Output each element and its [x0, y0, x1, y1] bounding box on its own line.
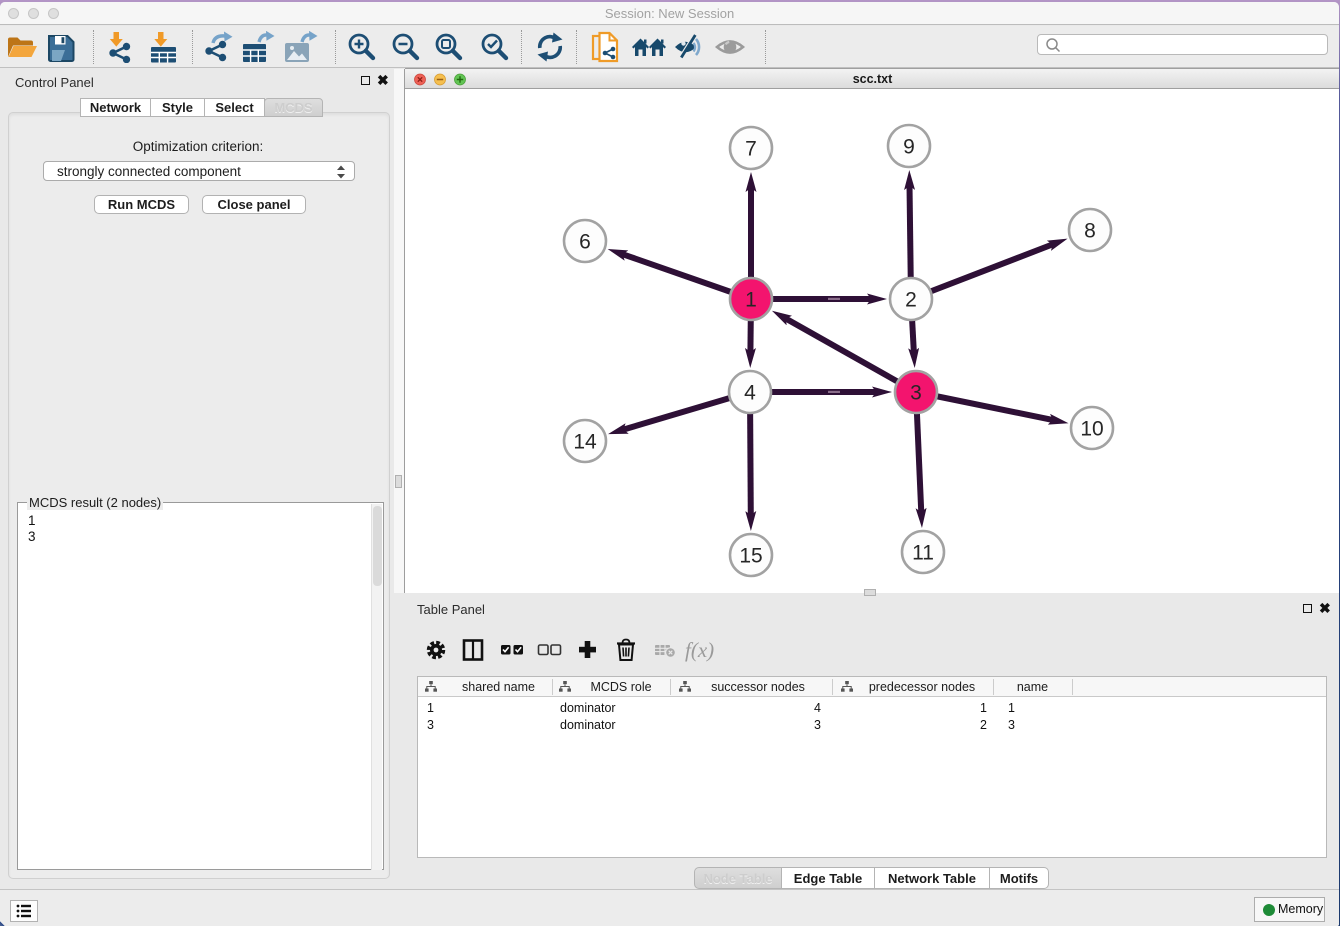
svg-text:8: 8 [1084, 220, 1096, 243]
svg-text:f(x): f(x) [685, 638, 714, 662]
svg-text:7: 7 [745, 138, 757, 161]
svg-text:6: 6 [579, 231, 591, 254]
svg-text:1: 1 [745, 289, 757, 312]
svg-text:4: 4 [744, 382, 756, 405]
svg-text:2: 2 [905, 289, 917, 312]
svg-text:15: 15 [739, 545, 762, 568]
svg-text:3: 3 [910, 382, 922, 405]
svg-text:9: 9 [903, 136, 915, 159]
svg-text:14: 14 [573, 431, 597, 454]
svg-text:10: 10 [1080, 418, 1103, 441]
svg-text:11: 11 [912, 542, 934, 565]
